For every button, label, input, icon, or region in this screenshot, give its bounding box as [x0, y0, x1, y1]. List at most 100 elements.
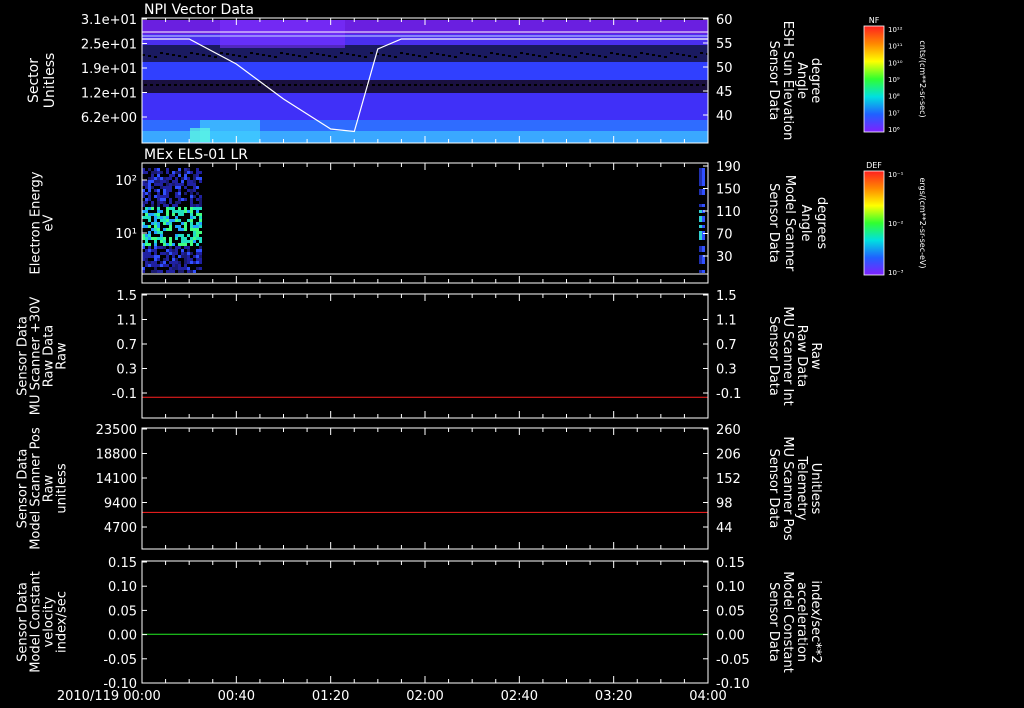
els-cell: [175, 216, 178, 219]
npi-cell: [306, 84, 309, 86]
els-cell: [196, 192, 199, 195]
els-cell: [157, 270, 160, 273]
npi-cell: [312, 84, 315, 86]
npi-cell: [604, 56, 607, 58]
els-cell: [154, 261, 157, 264]
els-cell: [169, 249, 172, 252]
npi-cell: [354, 84, 357, 86]
els-cell: [190, 204, 193, 207]
els-cell: [154, 222, 157, 225]
els-cell: [178, 207, 181, 210]
npi-cell: [334, 56, 337, 58]
els-cell: [187, 171, 190, 174]
els-cell: [193, 174, 196, 177]
els-cell: [166, 243, 169, 246]
els-cell: [151, 228, 154, 231]
els-cell: [172, 183, 175, 186]
npi-cell: [652, 54, 655, 56]
y2-axis-label: Raw Data: [794, 325, 809, 388]
els-cell: [187, 255, 190, 258]
y2-axis-label: degrees: [814, 197, 829, 250]
els-cell: [699, 261, 702, 264]
els-cell: [196, 171, 199, 174]
y2-tick-label: 98: [716, 497, 733, 512]
npi-cell: [552, 84, 555, 86]
y2-tick-label: 50: [716, 61, 733, 76]
els-cell: [193, 240, 196, 243]
els-cell: [172, 204, 175, 207]
npi-cell: [160, 52, 163, 54]
npi-cell: [226, 53, 229, 55]
els-cell: [193, 186, 196, 189]
npi-cell: [642, 84, 645, 86]
els-cell: [175, 261, 178, 264]
els-cell: [190, 171, 193, 174]
els-cell: [190, 252, 193, 255]
npi-cell: [148, 55, 151, 57]
els-cell: [175, 234, 178, 237]
y2-axis-label: Angle: [794, 62, 809, 99]
npi-cell: [214, 56, 217, 58]
els-cell: [151, 213, 154, 216]
els-cell: [157, 168, 160, 171]
npi-cell: [282, 84, 285, 86]
els-cell: [184, 255, 187, 258]
npi-cell: [438, 84, 441, 86]
els-cell: [199, 246, 202, 249]
npi-cell: [238, 55, 241, 57]
y2-axis-label: Unitless: [808, 463, 823, 515]
y2-tick-label: 30: [716, 250, 733, 265]
els-cell: [163, 243, 166, 246]
els-cell: [187, 183, 190, 186]
els-cell: [181, 210, 184, 213]
npi-cell: [154, 56, 157, 58]
els-cell: [184, 243, 187, 246]
els-cell: [166, 222, 169, 225]
els-cell: [702, 246, 705, 249]
npi-cell: [556, 53, 559, 55]
els-cell: [160, 270, 163, 273]
npi-cell: [562, 54, 565, 56]
npi-cell: [418, 55, 421, 57]
y-tick-label: -0.05: [103, 653, 137, 668]
els-cell: [178, 213, 181, 216]
els-cell: [193, 270, 196, 273]
y2-tick-label: 0.10: [716, 580, 745, 595]
npi-band: [142, 62, 708, 80]
npi-cell: [168, 84, 171, 86]
els-cell: [178, 186, 181, 189]
npi-cell: [564, 84, 567, 86]
npi-cell: [454, 56, 457, 58]
els-cell: [151, 207, 154, 210]
npi-cell: [252, 84, 255, 86]
els-cell: [169, 219, 172, 222]
els-cell: [187, 249, 190, 252]
els-cell: [193, 183, 196, 186]
els-cell: [190, 180, 193, 183]
npi-cell: [540, 84, 543, 86]
els-cell: [190, 237, 193, 240]
npi-cell: [358, 55, 361, 57]
els-cell: [148, 246, 151, 249]
npi-cell: [402, 84, 405, 86]
npi-cell: [400, 52, 403, 54]
els-cell: [166, 264, 169, 267]
els-cell: [190, 183, 193, 186]
els-cell: [172, 249, 175, 252]
npi-cell: [426, 84, 429, 86]
npi-cell: [174, 84, 177, 86]
y-axis-label: Sector: [26, 58, 42, 103]
els-cell: [193, 255, 196, 258]
els-cell: [196, 198, 199, 201]
els-cell: [175, 264, 178, 267]
npi-cell: [640, 52, 643, 54]
els-cell: [175, 237, 178, 240]
els-cell: [151, 204, 154, 207]
els-cell: [172, 270, 175, 273]
npi-cell: [534, 84, 537, 86]
els-cell: [166, 183, 169, 186]
npi-cell: [190, 128, 210, 142]
els-cell: [148, 234, 151, 237]
npi-cell: [394, 56, 397, 58]
els-cell: [187, 177, 190, 180]
